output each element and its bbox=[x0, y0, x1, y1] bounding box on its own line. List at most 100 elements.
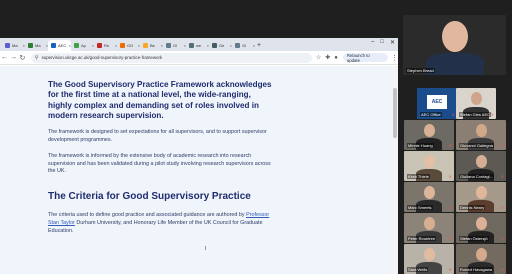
participant-tile[interactable]: Stefan Gies AEC ✕ bbox=[456, 88, 496, 119]
tab-label: Ap bbox=[81, 43, 86, 48]
participant-face bbox=[423, 217, 435, 231]
participant-tile[interactable]: AEC AEC Office ✕ bbox=[417, 88, 457, 119]
browser-tab[interactable]: Ge × bbox=[209, 40, 232, 51]
web-page-content: The Good Supervisory Practice Framework … bbox=[0, 66, 392, 274]
muted-mic-icon: ✕ bbox=[448, 267, 452, 272]
close-icon[interactable]: ✕ bbox=[390, 39, 395, 46]
participant-tile[interactable]: Stephen Bread bbox=[403, 15, 506, 75]
tab-label: Ma bbox=[35, 43, 41, 48]
muted-mic-icon: ✕ bbox=[500, 174, 504, 179]
participant-face bbox=[423, 155, 435, 169]
tab-label: GG bbox=[127, 43, 134, 48]
address-url: supervision.ukcge.ac.uk/good-supervisory… bbox=[41, 55, 163, 60]
participant-tile[interactable]: Kirsti Thiele ✕ bbox=[404, 151, 454, 181]
participant-tile[interactable]: Sara Wells ✕ bbox=[404, 244, 454, 274]
browser-tab[interactable]: Ma × bbox=[25, 40, 48, 51]
participant-tile[interactable]: Peter Rountree ✕ bbox=[404, 213, 454, 243]
criteria-text: Durham University, and Honorary Life Mem… bbox=[48, 219, 263, 234]
forward-icon[interactable]: → bbox=[9, 54, 18, 61]
tab-label: AEC bbox=[58, 43, 67, 48]
tab-favicon-icon bbox=[51, 43, 56, 48]
tab-label: Gl bbox=[173, 43, 177, 48]
tab-close-icon[interactable]: × bbox=[253, 43, 255, 48]
relaunch-to-update-button[interactable]: Relaunch to update bbox=[342, 53, 389, 63]
reload-icon[interactable]: ↻ bbox=[18, 54, 27, 62]
participant-name: Stefan Gies AEC bbox=[459, 112, 492, 117]
tab-favicon-icon bbox=[5, 43, 10, 48]
browser-tab[interactable]: Ap × bbox=[71, 40, 94, 51]
tab-strip: Ma × Ma × AEC × Ap × Re × GG × Be × Gl × we × Ge × Gl × + bbox=[0, 38, 398, 51]
browser-tab[interactable]: GG × bbox=[117, 40, 140, 51]
profile-icon[interactable]: ● bbox=[334, 55, 338, 61]
extensions-icon[interactable]: ✚ bbox=[325, 54, 330, 61]
participant-name: Giuliana Contagl... bbox=[459, 174, 494, 179]
tab-favicon-icon bbox=[189, 43, 194, 48]
site-info-icon[interactable]: ⚲ bbox=[35, 55, 39, 61]
maximize-icon[interactable]: □ bbox=[380, 39, 384, 46]
muted-mic-icon: ✕ bbox=[490, 112, 494, 117]
participant-name: Kirsti Thiele bbox=[407, 174, 430, 179]
participant-tile[interactable]: Giovanni Gailegna ✕ bbox=[456, 120, 506, 150]
participant-tile[interactable]: Giuliana Contagl... ✕ bbox=[456, 151, 506, 181]
muted-mic-icon: ✕ bbox=[500, 236, 504, 241]
participant-tile[interactable]: Stefan Östersjö ✕ bbox=[456, 213, 506, 243]
window-controls: – □ ✕ bbox=[371, 39, 395, 46]
browser-tab[interactable]: we × bbox=[186, 40, 209, 51]
organisation-logo: AEC bbox=[427, 94, 447, 109]
muted-mic-icon: ✕ bbox=[448, 174, 452, 179]
muted-mic-icon: ✕ bbox=[500, 143, 504, 148]
browser-tab[interactable]: Gl × bbox=[163, 40, 186, 51]
tab-label: Ge bbox=[219, 43, 225, 48]
criteria-text: The criteria used to define good practic… bbox=[48, 212, 247, 219]
participant-face bbox=[423, 124, 435, 138]
tab-favicon-icon bbox=[120, 43, 125, 48]
browser-tab[interactable]: Gl × bbox=[232, 40, 255, 51]
muted-mic-icon: ✕ bbox=[500, 205, 504, 210]
criteria-paragraph: The criteria used to define good practic… bbox=[48, 212, 276, 235]
bookmark-star-icon[interactable]: ☆ bbox=[316, 54, 321, 61]
article: The Good Supervisory Practice Framework … bbox=[48, 80, 276, 236]
browser-toolbar: ← → ↻ ⚲ supervision.ukcge.ac.uk/good-sup… bbox=[0, 51, 398, 65]
shared-screen-browser: Ma × Ma × AEC × Ap × Re × GG × Be × Gl × we × Ge × Gl × + – □ … bbox=[0, 38, 398, 274]
browser-tab[interactable]: Ma × bbox=[2, 40, 25, 51]
tab-favicon-icon bbox=[143, 43, 148, 48]
participant-name: Stefan Östersjö bbox=[459, 236, 489, 241]
participant-face bbox=[423, 248, 435, 262]
participant-face bbox=[475, 186, 487, 200]
participant-tile[interactable]: Robert Havagawa ✕ bbox=[456, 244, 506, 274]
body-paragraph: The framework is designed to set expecta… bbox=[48, 129, 267, 143]
meeting-window: Ma × Ma × AEC × Ap × Re × GG × Be × Gl × we × Ge × Gl × + – □ … bbox=[0, 0, 512, 274]
browser-menu-icon[interactable]: ⋮ bbox=[391, 54, 398, 62]
muted-mic-icon: ✕ bbox=[448, 236, 452, 241]
new-tab-button[interactable]: + bbox=[257, 40, 261, 51]
participant-face bbox=[475, 217, 487, 231]
minimize-icon[interactable]: – bbox=[371, 39, 374, 46]
muted-mic-icon: ✕ bbox=[451, 112, 455, 117]
participant-tile[interactable]: Dennis Neary ✕ bbox=[456, 182, 506, 212]
scrollbar-thumb[interactable] bbox=[393, 88, 397, 138]
tab-label: Re bbox=[104, 43, 110, 48]
participant-name: Dennis Neary bbox=[459, 205, 486, 210]
participant-face bbox=[475, 155, 487, 169]
participant-face bbox=[423, 186, 435, 200]
body-paragraph: The framework is informed by the extensi… bbox=[48, 152, 271, 175]
participant-gallery: Stephen Bread AEC AEC Office ✕ Stefan Gies A… bbox=[398, 0, 512, 274]
browser-tab[interactable]: AEC × bbox=[48, 40, 71, 51]
tab-favicon-icon bbox=[28, 43, 33, 48]
participant-name: Sara Wells bbox=[407, 267, 429, 272]
mouse-cursor-icon: I bbox=[205, 246, 207, 252]
participant-face bbox=[475, 124, 487, 138]
address-bar[interactable]: ⚲ supervision.ukcge.ac.uk/good-superviso… bbox=[30, 52, 312, 63]
muted-mic-icon: ✕ bbox=[448, 143, 452, 148]
browser-tab[interactable]: Re × bbox=[94, 40, 117, 51]
participant-face bbox=[441, 21, 468, 53]
participant-tile[interactable]: Marc Smeets ✕ bbox=[404, 182, 454, 212]
muted-mic-icon: ✕ bbox=[448, 205, 452, 210]
participant-name: Marc Smeets bbox=[407, 205, 433, 210]
muted-mic-icon: ✕ bbox=[500, 267, 504, 272]
browser-tab[interactable]: Be × bbox=[140, 40, 163, 51]
participant-name: Robert Havagawa bbox=[459, 267, 494, 272]
participant-tile[interactable]: Minnie Huang ✕ bbox=[404, 120, 454, 150]
back-icon[interactable]: ← bbox=[0, 54, 9, 61]
participant-name: AEC Office bbox=[420, 112, 442, 117]
